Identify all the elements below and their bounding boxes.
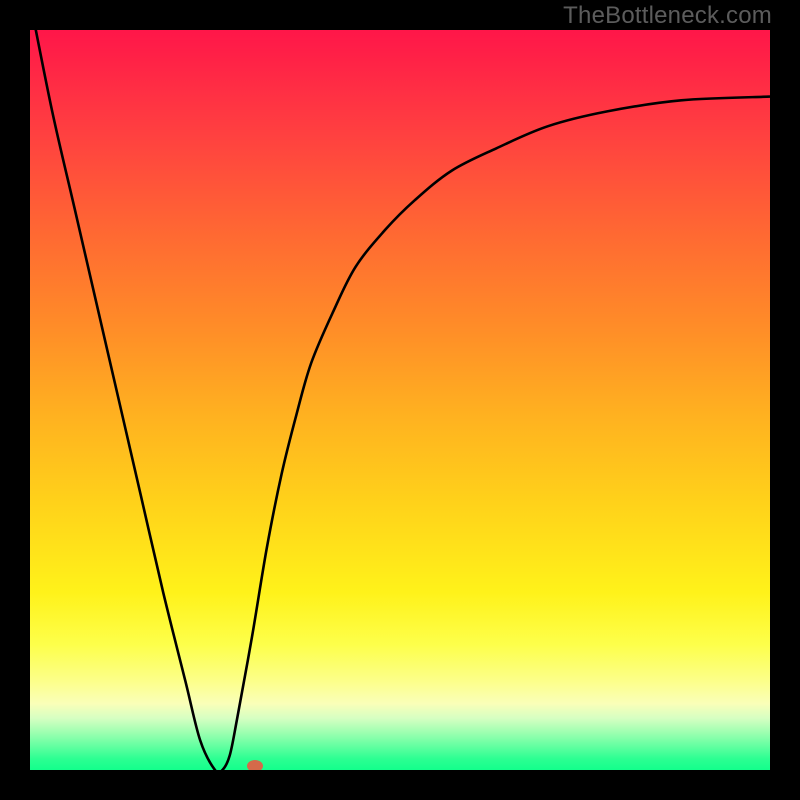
plot-area	[30, 30, 770, 770]
minimum-marker	[247, 760, 263, 770]
curve-path	[30, 30, 770, 770]
watermark-text: TheBottleneck.com	[563, 2, 772, 30]
chart-svg	[30, 30, 770, 770]
